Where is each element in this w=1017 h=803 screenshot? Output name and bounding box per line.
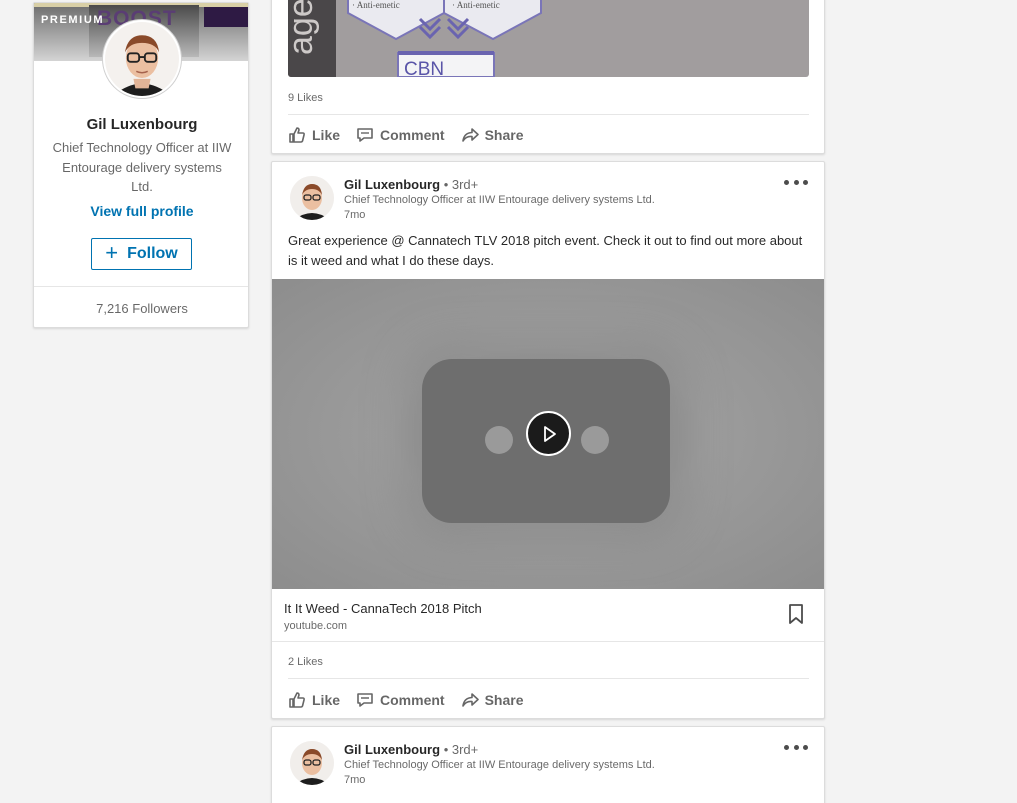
view-full-profile-link[interactable]: View full profile	[34, 203, 248, 219]
connection-degree: • 3rd+	[443, 742, 479, 757]
author-headline: Chief Technology Officer at IIW Entourag…	[344, 759, 655, 771]
image-diagram: · Anti-emetic · Anti-emetic CBN	[347, 0, 542, 77]
premium-badge: PREMIUM	[41, 14, 105, 26]
share-arrow-icon	[461, 693, 479, 707]
author-name[interactable]: Gil Luxenbourg	[344, 177, 440, 192]
profile-divider	[34, 286, 248, 287]
post-actions: Like Comment Share	[288, 126, 524, 144]
share-button[interactable]: Share	[461, 126, 524, 144]
profile-card: BOOST PREMIUM Gil Luxenbourg Chief Techn…	[33, 2, 249, 328]
play-button[interactable]	[526, 411, 571, 456]
placeholder-dot	[485, 426, 513, 454]
post-image[interactable]: aged · Anti-emetic · Anti-emetic CBN	[288, 0, 809, 77]
comment-icon	[357, 128, 373, 142]
bookmark-icon	[789, 604, 803, 624]
image-side-text: aged	[288, 0, 320, 55]
follow-button[interactable]: + Follow	[91, 238, 192, 270]
post-time: 7mo	[344, 774, 366, 786]
feed-post-1: aged · Anti-emetic · Anti-emetic CBN 9 L…	[271, 0, 825, 154]
profile-avatar[interactable]	[103, 20, 181, 98]
post-divider	[288, 114, 809, 115]
ellipsis-icon	[784, 179, 789, 185]
like-button[interactable]: Like	[288, 691, 340, 709]
bookmark-button[interactable]	[787, 603, 805, 625]
more-options-button[interactable]	[784, 175, 808, 189]
tag-right: · Anti-emetic	[452, 0, 500, 10]
share-label: Share	[484, 127, 524, 143]
author-name[interactable]: Gil Luxenbourg	[344, 742, 440, 757]
post-text: Great experience @ Cannatech TLV 2018 pi…	[288, 233, 803, 268]
profile-name[interactable]: Gil Luxenbourg	[34, 116, 248, 133]
tag-left: · Anti-emetic	[352, 0, 400, 10]
like-label: Like	[312, 692, 341, 708]
likes-count[interactable]: 2 Likes	[288, 656, 323, 668]
comment-button[interactable]: Comment	[356, 126, 445, 144]
cover-purple-block	[204, 7, 248, 27]
feed-post-3: Gil Luxenbourg • 3rd+ Chief Technology O…	[271, 726, 825, 803]
author-avatar[interactable]	[290, 176, 334, 220]
connection-degree: • 3rd+	[443, 177, 479, 192]
share-label: Share	[484, 692, 524, 708]
video-thumbnail[interactable]	[272, 279, 824, 589]
link-divider	[272, 641, 824, 642]
plus-icon: +	[105, 240, 119, 265]
like-button[interactable]: Like	[288, 126, 340, 144]
more-options-button[interactable]	[784, 740, 808, 754]
author-headline: Chief Technology Officer at IIW Entourag…	[344, 194, 655, 206]
comment-icon	[357, 693, 373, 707]
post-author[interactable]: Gil Luxenbourg • 3rd+	[344, 742, 478, 757]
comment-label: Comment	[380, 127, 445, 143]
link-title[interactable]: It It Weed - CannaTech 2018 Pitch	[284, 601, 482, 616]
author-avatar[interactable]	[290, 741, 334, 785]
thumbs-up-icon	[289, 692, 305, 708]
post-time: 7mo	[344, 209, 366, 221]
share-button[interactable]: Share	[461, 691, 524, 709]
post-author[interactable]: Gil Luxenbourg • 3rd+	[344, 177, 478, 192]
like-label: Like	[312, 127, 341, 143]
cbn-label: CBN	[404, 59, 444, 77]
link-domain: youtube.com	[284, 620, 347, 632]
profile-headline: Chief Technology Officer at IIW Entourag…	[52, 140, 232, 194]
post-divider	[288, 678, 809, 679]
followers-count: 7,216 Followers	[96, 301, 188, 316]
likes-count[interactable]: 9 Likes	[288, 92, 323, 104]
follow-button-label: Follow	[127, 245, 178, 262]
share-arrow-icon	[461, 128, 479, 142]
placeholder-dot	[581, 426, 609, 454]
ellipsis-icon	[784, 744, 789, 750]
comment-button[interactable]: Comment	[356, 691, 445, 709]
feed-post-2: Gil Luxenbourg • 3rd+ Chief Technology O…	[271, 161, 825, 719]
comment-label: Comment	[380, 692, 445, 708]
play-icon	[543, 425, 556, 442]
post-actions: Like Comment Share	[288, 691, 524, 709]
thumbs-up-icon	[289, 127, 305, 143]
